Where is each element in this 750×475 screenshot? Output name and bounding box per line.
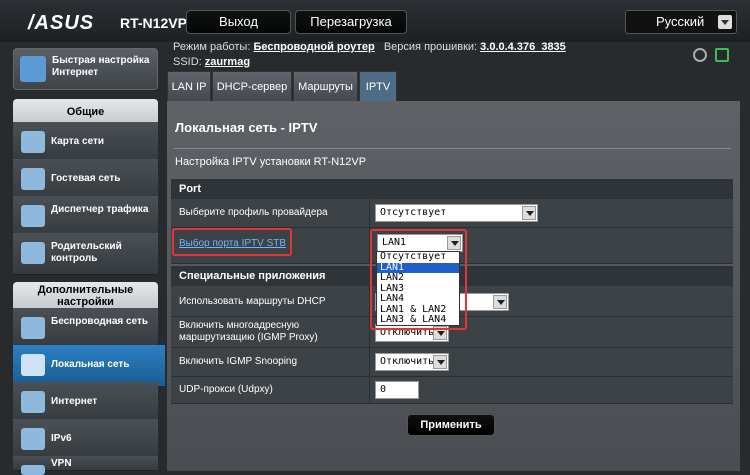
status-mode: Режим работы: Беспроводной роутер Версия…	[173, 41, 566, 53]
sidebar-item-internet[interactable]: Интернет	[13, 382, 158, 424]
igmp-snooping-select[interactable]: Отключить	[375, 353, 449, 371]
tab-lan-ip[interactable]: LAN IP	[167, 71, 211, 101]
profile-value: Отсутствует	[380, 207, 447, 218]
annotation-box-dropdown	[370, 229, 467, 330]
annotation-box-label	[172, 228, 292, 256]
chevron-down-icon	[433, 355, 447, 369]
language-value: Русский	[656, 14, 705, 29]
page-title: Локальная сеть - IPTV	[175, 120, 318, 135]
firmware-label: Версия прошивки:	[383, 41, 478, 53]
logout-button[interactable]: Выход	[186, 10, 291, 34]
tab-dhcp[interactable]: DHCP-сервер	[212, 71, 292, 101]
status-ssid: SSID: zaurmag	[173, 56, 250, 68]
sidebar-item-label: VPN	[51, 458, 72, 469]
sidebar-item-guest-network[interactable]: Гостевая сеть	[13, 159, 158, 201]
profile-label: Выберите профиль провайдера	[179, 207, 328, 218]
sidebar-item-label: Локальная сеть	[51, 359, 130, 370]
ipv6-icon	[21, 428, 45, 450]
language-select[interactable]: Русский	[625, 10, 737, 34]
sidebar-item-vpn[interactable]: VPN	[13, 456, 158, 475]
row-profile: Выберите профиль провайдера Отсутствует	[171, 199, 733, 228]
globe-icon	[21, 391, 45, 413]
parental-icon	[21, 242, 45, 264]
asus-logo: /ASUS	[28, 12, 95, 34]
sidebar-item-label: IPv6	[51, 433, 72, 444]
igmp-label: Включить IGMP Snooping	[179, 356, 298, 367]
mode-link[interactable]: Беспроводной роутер	[253, 41, 374, 53]
quick-setup-button[interactable]: Быстрая настройка Интернет	[13, 48, 158, 90]
traffic-icon	[21, 205, 45, 227]
tab-iptv[interactable]: IPTV	[359, 71, 397, 101]
sidebar-item-label: Родительский контроль	[51, 241, 122, 264]
sidebar-item-parental[interactable]: Родительский контроль	[13, 233, 158, 275]
ssid-link[interactable]: zaurmag	[205, 56, 250, 68]
wifi-icon	[21, 317, 45, 339]
sidebar-item-traffic[interactable]: Диспетчер трафика	[13, 196, 158, 238]
multicast-label: Включить многоадресную маршрутизацию (IG…	[179, 320, 318, 343]
row-separator	[369, 199, 370, 227]
sidebar-item-ipv6[interactable]: IPv6	[13, 419, 158, 461]
sidebar-item-lan[interactable]: Локальная сеть	[13, 345, 165, 387]
top-bar: /ASUS RT-N12VP Выход Перезагрузка Русски…	[0, 0, 750, 42]
firmware-link[interactable]: 3.0.0.4.376_3835	[480, 41, 566, 53]
status-icons	[693, 48, 733, 62]
dhcp-routes-label: Использовать маршруты DHCP	[179, 296, 326, 307]
udpxy-label: UDP-прокси (Udpxy)	[179, 384, 273, 395]
sidebar-item-label: Гостевая сеть	[51, 173, 121, 184]
divider	[174, 148, 731, 149]
reboot-button[interactable]: Перезагрузка	[295, 10, 407, 34]
row-igmp-snooping: Включить IGMP Snooping Отключить	[171, 348, 733, 377]
usb-icon[interactable]	[715, 48, 729, 62]
section-port-header: Port	[171, 179, 733, 199]
apply-button[interactable]: Применить	[407, 414, 495, 436]
chevron-down-icon	[718, 15, 732, 29]
row-separator	[369, 377, 370, 403]
model-name: RT-N12VP	[120, 15, 187, 31]
quick-setup-label: Быстрая настройка Интернет	[52, 55, 150, 78]
igmp-value: Отключить	[380, 356, 435, 367]
udpxy-input[interactable]: 0	[375, 381, 419, 399]
network-map-icon	[21, 131, 45, 153]
sidebar-item-label: Беспроводная сеть	[51, 316, 149, 327]
group-advanced: Дополнительные настройки	[13, 282, 158, 310]
tab-routes[interactable]: Маршруты	[293, 71, 358, 101]
sidebar-item-label: Карта сети	[51, 136, 105, 147]
guest-icon	[21, 168, 45, 190]
mode-label: Режим работы:	[173, 41, 251, 53]
users-icon[interactable]	[693, 48, 707, 62]
home-icon	[21, 354, 45, 376]
row-separator	[369, 348, 370, 376]
sidebar-item-label: Диспетчер трафика	[51, 204, 149, 215]
provider-profile-select[interactable]: Отсутствует	[375, 204, 538, 222]
vpn-icon	[21, 465, 45, 475]
page-description: Настройка IPTV установки RT-N12VP	[175, 156, 367, 168]
chevron-down-icon	[493, 295, 507, 309]
sidebar-item-network-map[interactable]: Карта сети	[13, 122, 158, 164]
ssid-label: SSID:	[173, 56, 202, 68]
sidebar-item-label: Интернет	[51, 396, 98, 407]
sidebar-item-wireless[interactable]: Беспроводная сеть	[13, 308, 158, 350]
chevron-down-icon	[522, 206, 536, 220]
row-udpxy: UDP-прокси (Udpxy) 0	[171, 377, 733, 404]
wand-icon	[20, 56, 46, 82]
